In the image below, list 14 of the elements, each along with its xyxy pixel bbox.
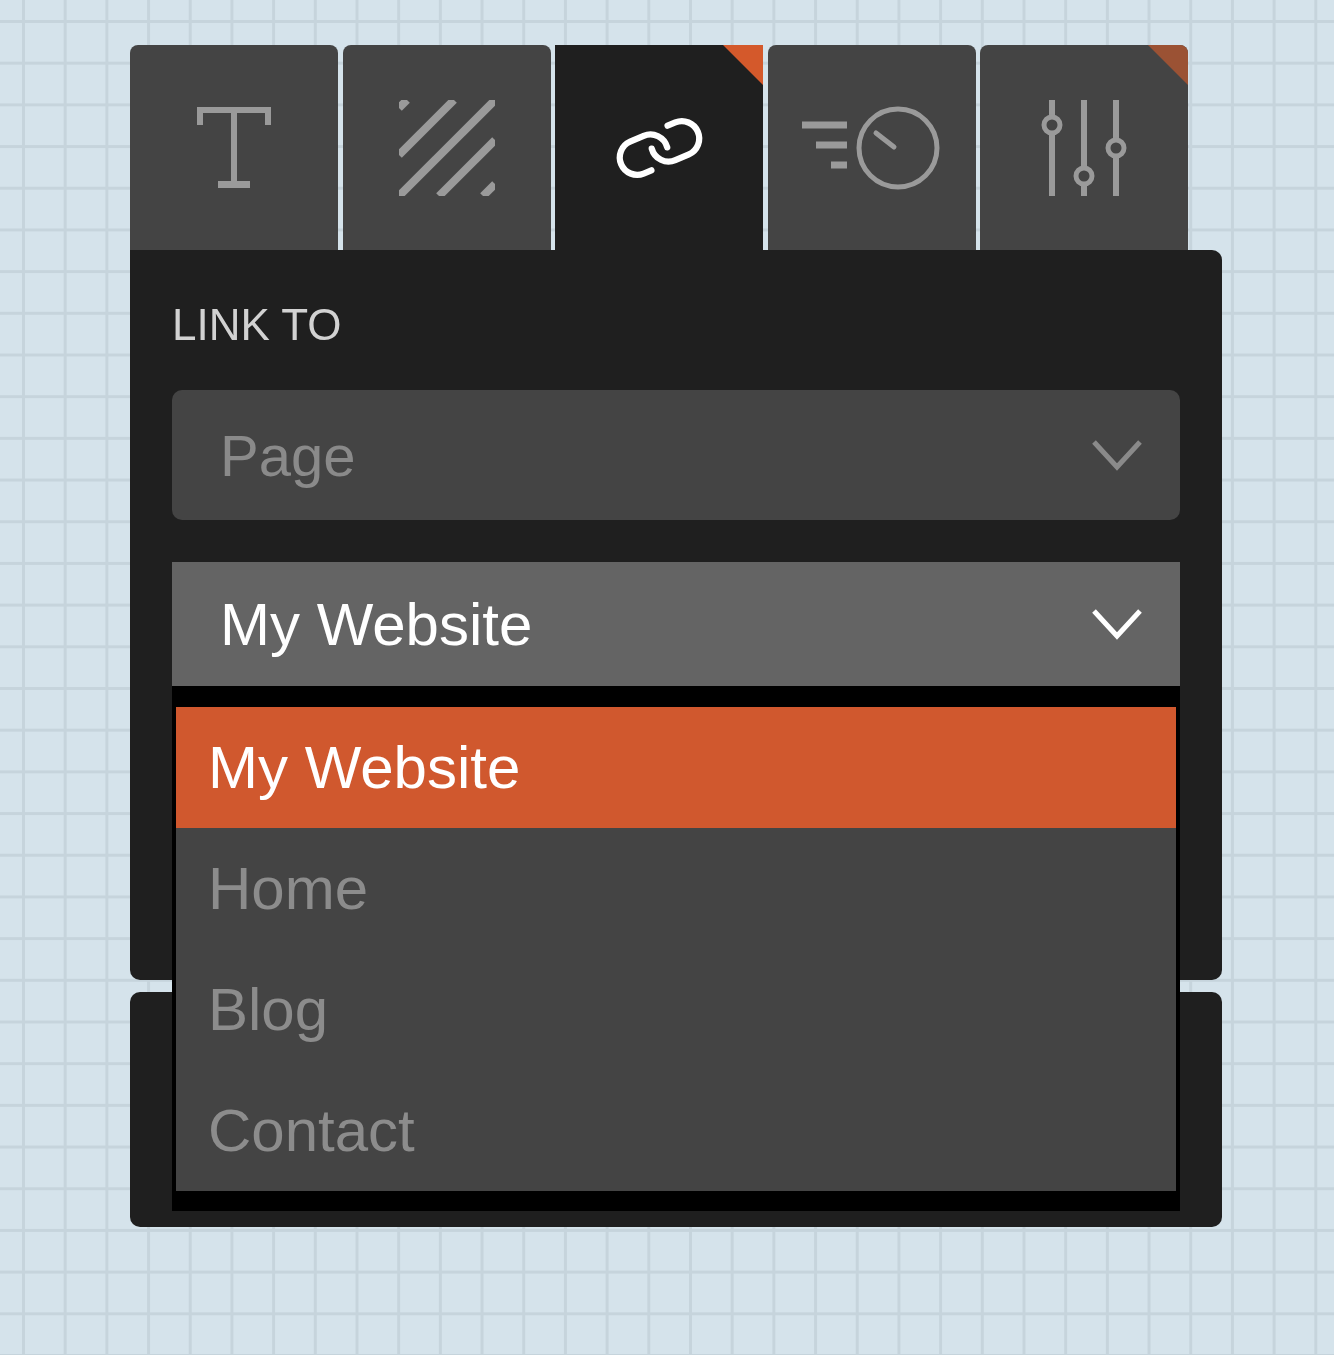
- dropdown-option[interactable]: Blog: [176, 949, 1176, 1070]
- dropdown-field[interactable]: My Website: [172, 562, 1180, 686]
- dropdown-option[interactable]: Home: [176, 828, 1176, 949]
- sliders-icon: [1040, 98, 1128, 197]
- dropdown-field[interactable]: Page: [172, 390, 1180, 520]
- stripes-icon: [398, 99, 495, 196]
- tab[interactable]: [555, 45, 763, 250]
- text-icon: [197, 106, 271, 189]
- chevron-down-icon: [1091, 439, 1143, 471]
- clock-icon: [801, 104, 942, 191]
- section-label: LINK TO: [172, 300, 342, 350]
- dropdown-option[interactable]: Contact: [176, 1070, 1176, 1191]
- chevron-down-icon: [1091, 608, 1143, 640]
- dropdown-option[interactable]: My Website: [176, 707, 1176, 828]
